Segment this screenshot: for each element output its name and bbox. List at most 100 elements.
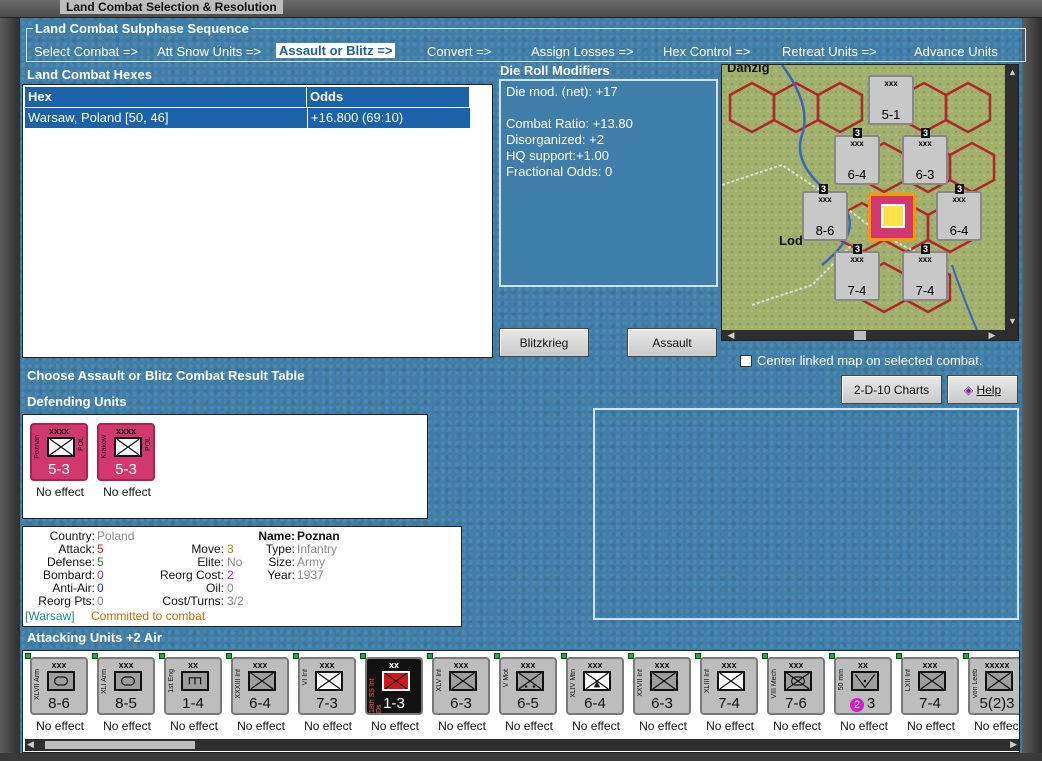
unit-counter[interactable]: xxx VIII Mech 7-6 (767, 657, 825, 715)
unit-result: No effect (304, 719, 352, 733)
scroll-left-icon[interactable]: ◀ (725, 330, 737, 340)
unit-strength: 6-4 (249, 695, 271, 712)
map-counter-value: 6-3 (915, 167, 935, 182)
oil-value: 0 (227, 581, 234, 595)
attacker-unit[interactable]: xxx XLVII Arm 8-6 No effect (25, 653, 89, 741)
map-label-lodz: Lod (779, 233, 803, 248)
help-button[interactable]: ◈ Help (947, 375, 1018, 404)
unit-counter[interactable]: xxx LXII Inf 7-4 (901, 657, 959, 715)
scroll-down-icon[interactable]: ▼ (1005, 316, 1018, 328)
unit-counter[interactable]: xxxxx von Leeb 5(2)3 (968, 657, 1019, 715)
unit-counter[interactable]: xxx XLV Inf 6-3 (432, 657, 490, 715)
cost-turns-value: 3/2 (227, 594, 244, 608)
unit-counter[interactable]: xxx XXVII Inf 6-3 (633, 657, 691, 715)
scroll-right-icon[interactable]: ▶ (986, 330, 998, 340)
assault-button[interactable]: Assault (627, 328, 717, 357)
map-counter[interactable]: xxx 7-4 (834, 251, 880, 301)
combat-target-counter[interactable] (868, 193, 916, 241)
attackers-scrollbar[interactable]: ◀ ▶ (25, 739, 1019, 751)
scroll-left-icon[interactable]: ◀ (27, 739, 34, 750)
type-value: Infantry (297, 542, 338, 556)
attackers-panel: xxx XLVII Arm 8-6 No effect xxx XLI Arm 8-5 No … (22, 650, 1020, 753)
center-map-checkbox[interactable] (740, 355, 752, 367)
unit-counter[interactable]: xxx VI Inf 7-3 (298, 657, 356, 715)
defender-unit[interactable]: xxxx Krakow POL 5-3 No effect (92, 419, 156, 507)
center-map-option[interactable]: Center linked map on selected combat. (740, 353, 1020, 369)
unit-counter[interactable]: xxx XLIII Inf 7-4 (700, 657, 758, 715)
map-counter[interactable]: xxx 7-4 (902, 251, 948, 301)
defender-unit[interactable]: xxxx Poznan POL 5-3 No effect (25, 419, 89, 507)
year-label: Year: (267, 568, 295, 582)
map-counter[interactable]: xxx 6-4 (936, 191, 982, 241)
title-bar[interactable]: Land Combat Selection & Resolution (0, 0, 1042, 18)
unit-strength: 8-5 (115, 695, 137, 712)
unit-result: No effect (706, 719, 754, 733)
crt-title: Choose Assault or Blitz Combat Result Ta… (27, 368, 305, 383)
attacker-unit[interactable]: xxx XXXIII Inf 6-4 No effect (226, 653, 290, 741)
attacker-unit[interactable]: xx 18th SS Inf Ds 1-3 No effect (360, 653, 424, 741)
unit-counter[interactable]: xxx XLIV Mtn 6-4 (566, 657, 624, 715)
attacker-unit[interactable]: xxx VIII Mech 7-6 No effect (762, 653, 826, 741)
infantry-icon (717, 671, 745, 691)
odds-cell: +16.800 (69:10) (307, 108, 403, 128)
table-row[interactable]: Warsaw, Poland [50, 46] +16.800 (69:10) (25, 108, 470, 128)
reorg-pts-value: 0 (97, 594, 104, 608)
seq-step-advance: Advance Units (914, 44, 998, 59)
col-hex-header[interactable]: Hex (25, 87, 307, 107)
map-counter[interactable]: xxx 8-6 (802, 191, 848, 241)
country-label: Country: (49, 529, 95, 543)
unit-designation: XLI Arm (101, 669, 108, 694)
map-counter[interactable]: xxx 6-3 (902, 135, 948, 185)
unit-result: No effect (572, 719, 620, 733)
antiair-label: Anti-Air: (52, 581, 95, 595)
blitzkrieg-button[interactable]: Blitzkrieg (499, 328, 589, 357)
attacker-unit[interactable]: xxx XLIV Mtn 6-4 No effect (561, 653, 625, 741)
unit-counter[interactable]: xx 1st Eng 1-4 (164, 657, 222, 715)
unit-counter[interactable]: xx 18th SS Inf Ds 1-3 (365, 657, 423, 715)
attacker-unit[interactable]: xxx XLIII Inf 7-4 No effect (695, 653, 759, 741)
map-counter[interactable]: xxx 6-4 (834, 135, 880, 185)
attacker-unit[interactable]: xxx XLV Inf 6-3 No effect (427, 653, 491, 741)
unit-designation: LXII Inf (905, 669, 912, 692)
seq-step-assign-losses: Assign Losses => (531, 44, 634, 59)
attacker-unit[interactable]: xxx VI Inf 7-3 No effect (293, 653, 357, 741)
unit-counter[interactable]: xxxx Krakow POL 5-3 (97, 423, 155, 481)
hq-icon (985, 671, 1013, 691)
attacker-unit[interactable]: xxxxx von Leeb 5(2)3 No effect (963, 653, 1019, 741)
infantry-icon (382, 671, 410, 691)
attacker-unit[interactable]: xxx XXVII Inf 6-3 No effect (628, 653, 692, 741)
attacker-unit[interactable]: xxx LXII Inf 7-4 No effect (896, 653, 960, 741)
unit-result: No effect (36, 719, 84, 733)
unit-strength: 6-3 (651, 695, 673, 712)
infantry-icon (650, 671, 678, 691)
unit-result: No effect (371, 719, 419, 733)
stack-count-badge: 3 (955, 184, 965, 194)
motorized-icon (516, 671, 544, 691)
attacker-unit[interactable]: xx 1st Eng 1-4 No effect (159, 653, 223, 741)
unit-strength: 6-5 (517, 695, 539, 712)
map-counter-value: 7-4 (847, 283, 867, 298)
scroll-right-icon[interactable]: ▶ (1010, 739, 1017, 750)
defense-label: Defense: (46, 555, 95, 569)
col-odds-header[interactable]: Odds (307, 87, 470, 107)
attacker-unit[interactable]: xx 50 mm 2 3 No effect (829, 653, 893, 741)
unit-counter[interactable]: xxx V Mot 6-5 (499, 657, 557, 715)
unit-designation: XLV Inf (436, 669, 443, 692)
seq-step-hex-control: Hex Control => (663, 44, 751, 59)
scroll-thumb[interactable] (854, 331, 866, 340)
unit-counter[interactable]: xx 50 mm 2 3 (834, 657, 892, 715)
map-counter[interactable]: xxx 5-1 (868, 75, 914, 125)
scroll-up-icon[interactable]: ▲ (1005, 67, 1018, 79)
linked-map[interactable]: Danzig Lod xxx 5-1 xxx 6-4 xxx 6-3 xxx 8… (721, 64, 1019, 341)
unit-counter[interactable]: xxxx Poznan POL 5-3 (30, 423, 88, 481)
antiair-value: 0 (97, 581, 104, 595)
stack-count-badge: 3 (921, 128, 931, 138)
unit-counter[interactable]: xxx XLI Arm 8-5 (97, 657, 155, 715)
scroll-thumb[interactable] (45, 741, 195, 749)
attacker-unit[interactable]: xxx V Mot 6-5 No effect (494, 653, 558, 741)
charts-button[interactable]: 2-D-10 Charts (841, 375, 942, 404)
modifiers-panel: Die mod. (net): +17 Combat Ratio: +13.80… (499, 79, 718, 287)
unit-counter[interactable]: xxx XXXIII Inf 6-4 (231, 657, 289, 715)
attacker-unit[interactable]: xxx XLI Arm 8-5 No effect (92, 653, 156, 741)
unit-counter[interactable]: xxx XLVII Arm 8-6 (30, 657, 88, 715)
